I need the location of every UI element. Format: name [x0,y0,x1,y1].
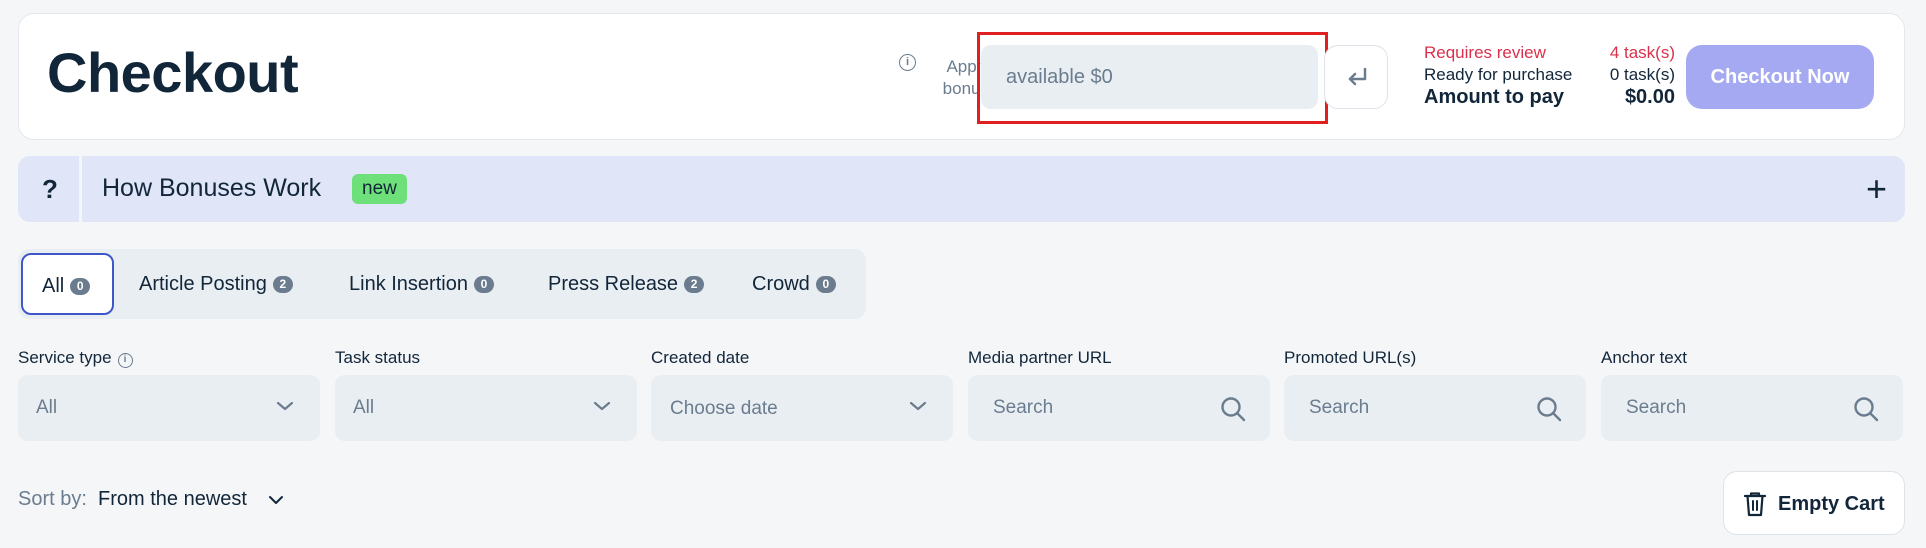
tab-count-badge: 0 [70,278,91,296]
requires-review-value: 4 task(s) [1609,43,1675,62]
checkout-now-button[interactable]: Checkout Now [1686,45,1874,109]
order-summary-labels: Requires review Ready for purchase Amoun… [1424,42,1572,108]
enter-arrow-icon [1348,67,1367,86]
service-type-value: All [36,397,58,418]
promoted-urls-filter [1284,375,1586,441]
trash-icon [1743,492,1767,517]
tab-count-badge: 2 [684,276,705,294]
tab-label: Crowd [752,273,810,295]
promoted-urls-label: Promoted URL(s) [1284,348,1417,367]
new-badge: new [352,174,407,204]
search-icon[interactable] [1853,396,1879,422]
apply-bonus-button[interactable] [1324,45,1388,109]
tab-link-insertion[interactable]: Link Insertion 0 [349,253,494,315]
banner-title: How Bonuses Work [102,174,322,202]
tab-count-badge: 0 [473,276,494,294]
ready-for-purchase-label: Ready for purchase [1424,65,1573,84]
anchor-text-search-input[interactable] [1601,375,1851,441]
info-icon[interactable]: i [117,353,133,368]
anchor-text-label: Anchor text [1601,348,1687,367]
tab-label: Article Posting [139,273,267,295]
tab-label: Link Insertion [349,273,468,295]
search-icon[interactable] [1536,396,1562,422]
search-icon[interactable] [1220,396,1246,422]
how-bonuses-work-banner[interactable]: ? How Bonuses Work new + [18,156,1905,222]
service-type-select[interactable]: All [18,375,320,441]
help-cell: ? [18,156,82,222]
media-partner-url-filter [968,375,1270,441]
question-icon: ? [42,174,58,204]
amount-to-pay-label: Amount to pay [1424,86,1564,108]
tab-count-badge: 0 [815,276,836,294]
task-status-value: All [353,397,375,418]
page-title: Checkout [47,41,299,104]
info-icon[interactable]: i [899,54,916,71]
anchor-text-filter [1601,375,1903,441]
tab-label: Press Release [548,273,679,295]
chevron-down-icon [276,401,294,411]
order-summary-values: 4 task(s) 0 task(s) $0.00 [1569,42,1675,108]
task-status-label: Task status [335,348,421,367]
service-type-label: Service type i [18,348,133,368]
sort-dropdown[interactable]: From the newest [98,488,247,511]
media-partner-url-search-input[interactable] [968,375,1218,441]
task-status-select[interactable]: All [335,375,637,441]
bonus-input-highlight [977,32,1328,124]
chevron-down-icon [593,401,611,411]
tab-crowd[interactable]: Crowd 0 [752,253,836,315]
tab-all[interactable]: All 0 [21,253,114,315]
created-date-value: Choose date [670,398,778,419]
sort-by-label: Sort by: [18,488,87,510]
tab-press-release[interactable]: Press Release 2 [548,253,705,315]
amount-to-pay-value: $0.00 [1624,86,1675,108]
tab-count-badge: 2 [272,276,293,294]
chevron-down-icon [909,401,927,411]
promoted-urls-search-input[interactable] [1284,375,1534,441]
tab-label: All [42,275,65,297]
created-date-picker[interactable]: Choose date [651,375,953,441]
chevron-down-icon[interactable] [268,494,284,506]
media-partner-url-label: Media partner URL [968,348,1112,367]
created-date-label: Created date [651,348,750,367]
ready-for-purchase-value: 0 task(s) [1609,65,1675,84]
plus-icon[interactable]: + [1866,171,1887,207]
service-type-label-text: Service type [18,348,112,367]
service-tabs: All 0 Article Posting 2 Link Insertion 0 Pr… [18,249,866,319]
empty-cart-button[interactable]: Empty Cart [1723,471,1905,535]
tab-article-posting[interactable]: Article Posting 2 [139,253,293,315]
requires-review-label: Requires review [1424,43,1546,62]
checkout-header: Checkout i Apply bonus Requires review R… [18,13,1905,140]
empty-cart-label: Empty Cart [1778,493,1885,515]
